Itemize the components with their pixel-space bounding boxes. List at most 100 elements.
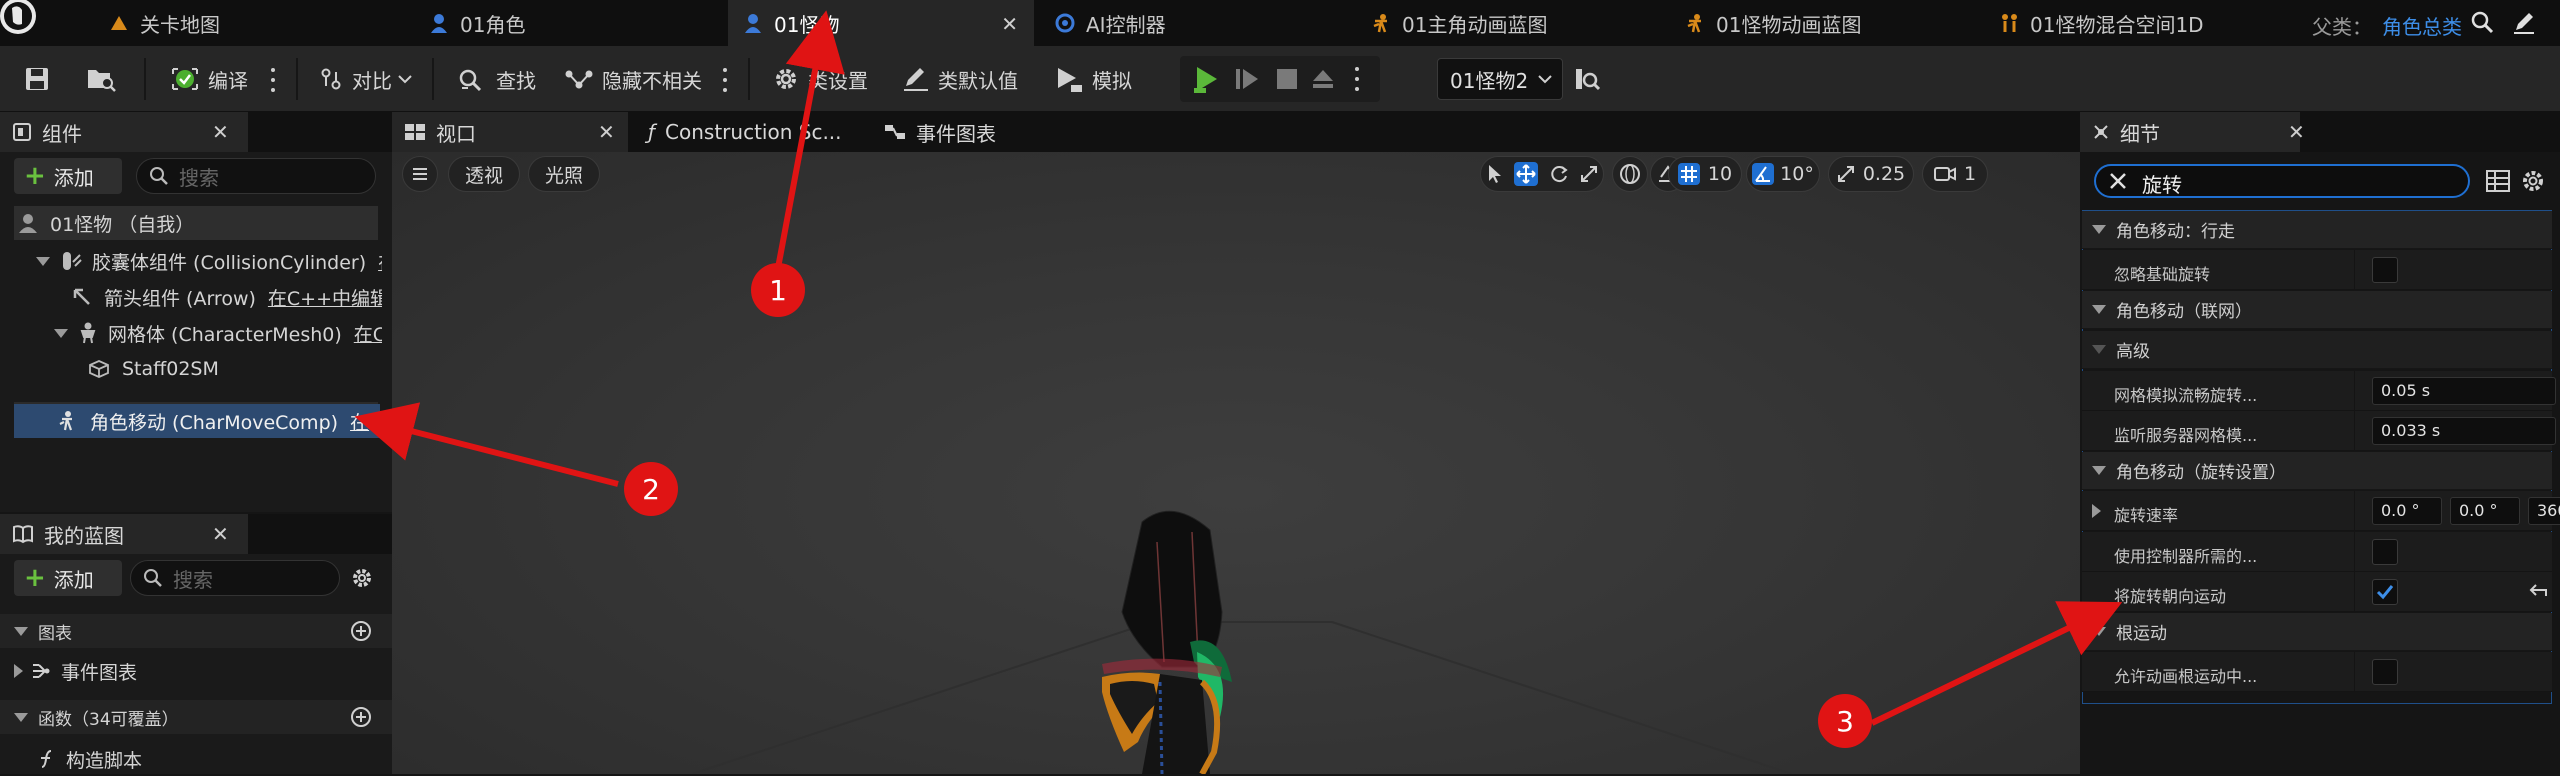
tab-level-map[interactable]: 关卡地图 — [94, 0, 414, 46]
compile-button[interactable]: 编译 — [170, 46, 248, 112]
close-panel-icon[interactable]: ✕ — [212, 522, 229, 546]
debug-object-select[interactable]: 01怪物2 — [1437, 58, 1563, 100]
category-character-movement-walking[interactable]: 角色移动：行走 — [2082, 211, 2552, 249]
category-label: 角色移动（旋转设置） — [2116, 463, 2286, 483]
add-component-button[interactable]: + 添加 — [14, 158, 122, 194]
event-graph-item[interactable]: 事件图表 — [14, 654, 384, 688]
component-search-input[interactable]: 搜索 — [136, 158, 376, 194]
close-panel-icon[interactable]: ✕ — [2288, 120, 2305, 144]
simulate-label: 模拟 — [1092, 68, 1132, 93]
edit-in-cpp-link[interactable]: 在C++中编辑 — [268, 284, 382, 311]
section-graphs[interactable]: 图表 — [14, 614, 384, 648]
tab-my-blueprint[interactable]: 我的蓝图 ✕ — [0, 514, 248, 554]
simulate-button[interactable]: 模拟 — [1054, 46, 1132, 112]
gear-icon[interactable] — [2520, 168, 2546, 194]
network-smooth-rotation-time-field[interactable]: 0.05 s — [2372, 377, 2556, 405]
construction-script-item[interactable]: 构造脚本 — [36, 742, 384, 776]
column-divider — [2354, 572, 2355, 612]
add-graph-icon[interactable] — [350, 620, 372, 642]
tab-ai-controller[interactable]: AI控制器 — [1040, 0, 1350, 46]
capsule-component-icon — [60, 250, 82, 272]
tree-item-mesh[interactable]: 网格体 (CharacterMesh0) 在C- — [54, 316, 382, 350]
category-advanced[interactable]: 高级 — [2082, 331, 2552, 369]
gear-icon[interactable] — [350, 566, 374, 590]
save-icon[interactable] — [24, 66, 50, 92]
hide-unrelated-button[interactable]: 隐藏不相关 — [564, 46, 702, 112]
reset-to-default-icon[interactable] — [2528, 584, 2548, 600]
browse-search-icon[interactable] — [2470, 10, 2494, 34]
listen-server-rotation-time-field[interactable]: 0.033 s — [2372, 417, 2556, 445]
browse-to-asset-icon[interactable] — [86, 66, 116, 92]
tab-monster[interactable]: 01怪物 ✕ — [728, 0, 1034, 46]
column-divider — [2354, 411, 2355, 451]
rotation-rate-x-field[interactable]: 0.0 ° — [2372, 497, 2442, 525]
tab-event-graph[interactable]: 事件图表 — [872, 112, 1072, 152]
skeletal-mesh-icon — [78, 322, 98, 344]
expand-arrow-icon[interactable] — [54, 328, 68, 338]
close-panel-icon[interactable]: ✕ — [212, 120, 229, 144]
expand-arrow-icon[interactable] — [36, 256, 50, 266]
collapse-arrow-icon[interactable] — [14, 712, 28, 722]
book-icon — [12, 524, 34, 544]
ignore-base-rotation-checkbox[interactable] — [2372, 257, 2398, 283]
category-rotation-settings[interactable]: 角色移动（旋转设置） — [2082, 452, 2552, 490]
step-forward-icon[interactable] — [1234, 66, 1260, 92]
tab-player-anim-blueprint[interactable]: 01主角动画蓝图 — [1356, 0, 1666, 46]
hide-unrelated-options-icon[interactable] — [722, 68, 728, 92]
clear-search-icon[interactable] — [2108, 171, 2128, 191]
class-settings-label: 类设置 — [808, 68, 868, 93]
tab-monster-blendspace[interactable]: 01怪物混合空间1D — [1984, 0, 2294, 46]
editor-tab-bar: 视口 ✕ ƒ Construction Sc... 事件图表 — [392, 112, 2080, 152]
category-character-movement-networking[interactable]: 角色移动（联网） — [2082, 291, 2552, 329]
compile-options-icon[interactable] — [270, 68, 276, 92]
edit-pencil-icon[interactable] — [2512, 10, 2536, 34]
details-search-input[interactable]: 旋转 — [2094, 164, 2470, 198]
property-matrix-icon[interactable] — [2486, 170, 2510, 192]
tab-viewport[interactable]: 视口 ✕ — [392, 112, 628, 152]
close-tab-icon[interactable]: ✕ — [598, 120, 615, 144]
class-defaults-button[interactable]: 类默认值 — [902, 46, 1018, 112]
tab-details[interactable]: 细节 ✕ — [2080, 112, 2305, 152]
property-label: 忽略基础旋转 — [2114, 265, 2211, 284]
browse-debug-object-icon[interactable] — [1574, 66, 1600, 92]
tree-item-arrow[interactable]: 箭头组件 (Arrow) 在C++中编辑 — [72, 280, 382, 314]
eject-icon[interactable] — [1310, 66, 1336, 92]
use-controller-desired-rotation-checkbox[interactable] — [2372, 539, 2398, 565]
tab-monster-anim-blueprint[interactable]: 01怪物动画蓝图 — [1670, 0, 1980, 46]
tab-components[interactable]: 组件 ✕ — [0, 112, 248, 152]
tree-item-self[interactable]: 01怪物 （自我） — [18, 206, 378, 240]
collapse-arrow-icon[interactable] — [14, 626, 28, 636]
expand-arrow-icon[interactable] — [2092, 504, 2101, 518]
find-button[interactable]: 查找 — [458, 46, 536, 112]
orient-rotation-to-movement-checkbox[interactable] — [2372, 579, 2398, 605]
allow-anim-root-motion-checkbox[interactable] — [2372, 659, 2398, 685]
expand-arrow-icon[interactable] — [14, 664, 23, 678]
character-movement-icon — [56, 410, 78, 432]
edit-in-cpp-link[interactable]: 在 — [378, 248, 382, 275]
add-function-icon[interactable] — [350, 706, 372, 728]
parent-class-link[interactable]: 角色总类 — [2382, 11, 2462, 40]
category-label: 角色移动（联网） — [2116, 302, 2252, 322]
tree-item-staff[interactable]: Staff02SM — [88, 352, 378, 386]
category-root-motion[interactable]: 根运动 — [2082, 613, 2552, 651]
unreal-logo-icon[interactable] — [0, 0, 46, 38]
tab-construction-script[interactable]: ƒ Construction Sc... — [636, 112, 870, 152]
search-placeholder: 搜索 — [173, 567, 213, 592]
edit-in-cpp-link[interactable]: 在C- — [354, 320, 382, 347]
rotation-rate-y-field[interactable]: 0.0 ° — [2450, 497, 2520, 525]
tree-item-capsule[interactable]: 胶囊体组件 (CollisionCylinder) 在 — [36, 244, 382, 278]
play-options-icon[interactable] — [1354, 67, 1360, 91]
rotation-rate-z-field[interactable]: 360.0 ° — [2528, 497, 2560, 525]
add-blueprint-member-button[interactable]: + 添加 — [14, 560, 122, 596]
close-tab-icon[interactable]: ✕ — [1001, 12, 1018, 36]
class-settings-button[interactable]: 类设置 — [772, 46, 868, 112]
diff-button[interactable]: 对比 — [318, 46, 412, 112]
my-blueprint-search-input[interactable]: 搜索 — [130, 560, 340, 596]
annotation-marker-1: 1 — [751, 263, 805, 317]
edit-in-cpp-link[interactable]: 在 — [350, 408, 369, 435]
play-icon[interactable] — [1192, 64, 1222, 94]
tab-character[interactable]: 01角色 — [414, 0, 724, 46]
section-functions[interactable]: 函数（34可覆盖） — [14, 700, 384, 734]
stop-icon[interactable] — [1276, 68, 1298, 90]
tree-item-character-movement[interactable]: 角色移动 (CharMoveComp) 在 — [56, 404, 382, 438]
